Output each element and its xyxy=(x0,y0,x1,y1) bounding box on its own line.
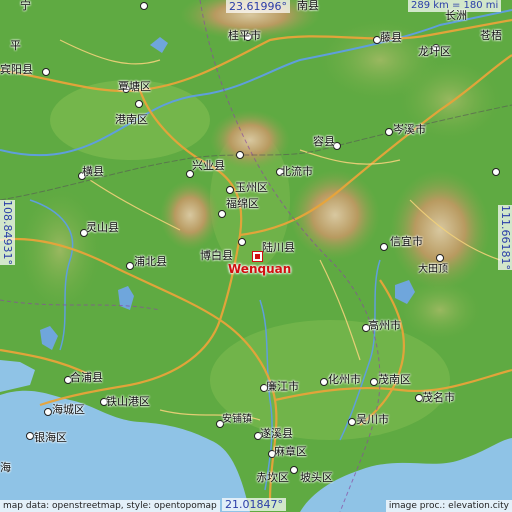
label-aux: 平 xyxy=(10,39,21,52)
label-pubei: 浦北县 xyxy=(134,255,167,268)
marker xyxy=(238,238,246,246)
top-latitude: 23.61996° xyxy=(226,0,290,13)
label-tengxian: 藤县 xyxy=(380,31,402,44)
label-guiping: 桂平市 xyxy=(228,29,261,42)
map-credit-right: image proc.: elevation.city xyxy=(385,500,512,512)
map-credit-left: map data: openstreetmap, style: opentopo… xyxy=(0,500,220,512)
label-cangwu: 苍梧 xyxy=(480,29,502,42)
marker xyxy=(380,243,388,251)
label-rongxian: 容县 xyxy=(313,135,335,148)
label-maonan: 茂南区 xyxy=(378,373,411,386)
label-partial-ning: 宁 xyxy=(20,0,31,12)
marker xyxy=(26,432,34,440)
marker xyxy=(492,168,500,176)
bottom-latitude: 21.01847° xyxy=(222,498,286,511)
marker xyxy=(385,128,393,136)
marker xyxy=(140,2,148,10)
label-wuchuan: 吴川市 xyxy=(356,413,389,426)
label-potou: 坡头区 xyxy=(300,471,333,484)
right-longitude: 111.66181° xyxy=(498,205,512,270)
marker xyxy=(42,68,50,76)
marker xyxy=(218,210,226,218)
marker xyxy=(370,378,378,386)
label-gaozhou: 高州市 xyxy=(368,319,401,332)
marker xyxy=(126,262,134,270)
label-chikan: 赤坎区 xyxy=(256,471,289,484)
label-mazhang: 麻章区 xyxy=(274,445,307,458)
label-binyang: 宾阳县 xyxy=(0,63,33,76)
label-nanxian: 南县 xyxy=(297,0,319,12)
label-huazhou: 化州市 xyxy=(328,373,361,386)
label-fumian: 福绵区 xyxy=(226,197,259,210)
marker xyxy=(135,100,143,108)
label-haicheng: 海城区 xyxy=(52,403,85,416)
wenquan-marker[interactable] xyxy=(252,251,263,262)
topographic-map[interactable]: 23.61996° 21.01847° 108.84931° 111.66181… xyxy=(0,0,512,512)
label-lingshan: 灵山县 xyxy=(86,221,119,234)
label-longxu: 龙圩区 xyxy=(418,45,451,58)
marker xyxy=(236,151,244,159)
label-bobai: 博白县 xyxy=(200,249,233,262)
label-anpu: 安铺镇 xyxy=(222,414,252,425)
label-zhangtang: 覃塘区 xyxy=(118,80,151,93)
label-lianjiang: 廉江市 xyxy=(266,380,299,393)
label-hengxian: 横县 xyxy=(82,165,104,178)
label-tieshan: 铁山港区 xyxy=(106,395,150,408)
marker xyxy=(44,408,52,416)
marker xyxy=(436,254,444,262)
label-yinhai2: 海 xyxy=(0,461,11,474)
label-yinhai: 银海区 xyxy=(34,431,67,444)
label-gangnan: 港南区 xyxy=(115,113,148,126)
label-dadingding: 大田顶 xyxy=(418,264,448,275)
label-xinyi: 信宜市 xyxy=(390,235,423,248)
label-zhangchuan: 长洲 xyxy=(445,9,467,22)
label-beiliu: 北流市 xyxy=(280,165,313,178)
label-cenxi: 岑溪市 xyxy=(393,123,426,136)
label-xingye: 兴业县 xyxy=(192,159,225,172)
label-maoming: 茂名市 xyxy=(422,391,455,404)
marker xyxy=(290,466,298,474)
label-suixi: 遂溪县 xyxy=(260,427,293,440)
marker xyxy=(186,170,194,178)
left-longitude: 108.84931° xyxy=(0,200,15,265)
label-luchuan: 陆川县 xyxy=(262,241,295,254)
marker xyxy=(226,186,234,194)
label-hepu: 合浦县 xyxy=(70,371,103,384)
label-wenquan: Wenquan xyxy=(228,262,292,276)
label-yuzhou: 玉州区 xyxy=(235,181,268,194)
marker xyxy=(320,378,328,386)
marker xyxy=(348,418,356,426)
